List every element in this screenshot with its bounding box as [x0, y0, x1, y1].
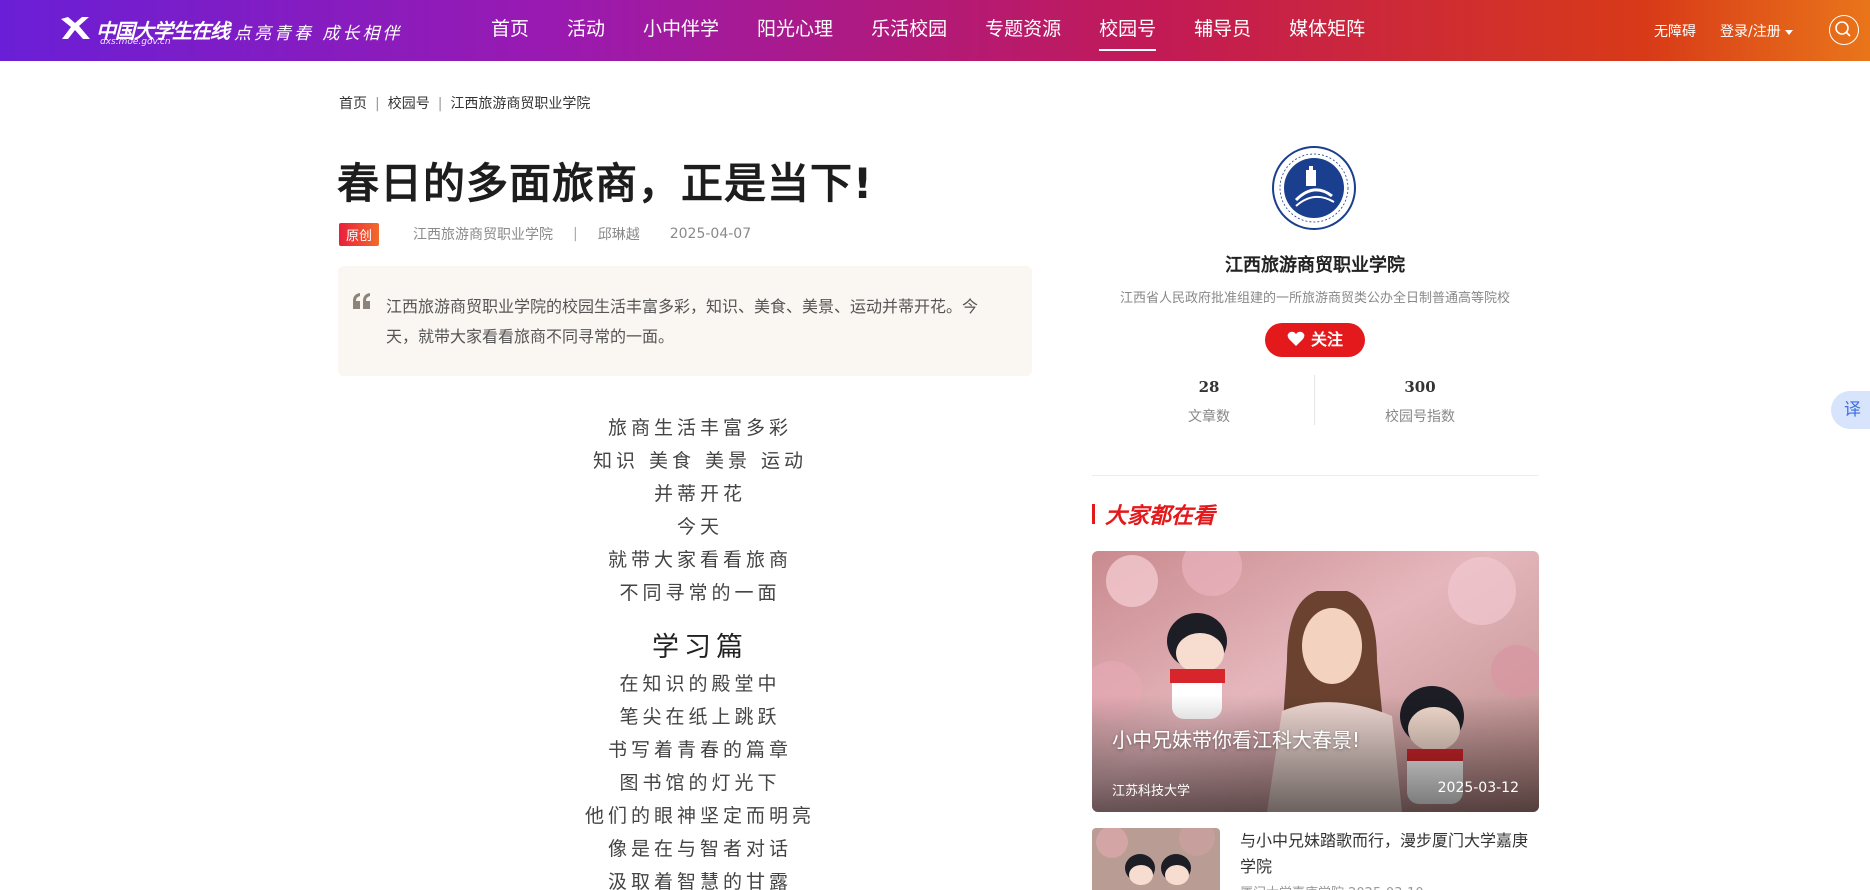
poem-line: 今天	[676, 516, 723, 538]
article-body: 旅商生活丰富多彩 知识 美食 美景 运动 并蒂开花 今天 就带大家看看旅商 不同…	[560, 412, 840, 890]
stat-label: 校园号指数	[1385, 409, 1455, 425]
poem-line: 图书馆的灯光下	[619, 772, 781, 794]
stat-value: 28	[1198, 378, 1220, 396]
stat-value: 300	[1404, 378, 1436, 396]
poem-line: 在知识的殿堂中	[619, 673, 781, 695]
breadcrumb-campus-accounts[interactable]: 校园号	[388, 96, 430, 112]
poem-line: 像是在与智者对话	[607, 838, 792, 860]
section-heading: 学习篇	[652, 632, 748, 663]
school-emblem-icon[interactable]	[1272, 146, 1356, 230]
featured-source: 江苏科技大学	[1112, 784, 1191, 799]
translate-button[interactable]: 译	[1831, 391, 1870, 429]
follow-label: 关注	[1310, 330, 1343, 349]
caret-down-icon	[1784, 29, 1793, 35]
news-meta: 厦门大学嘉庚学院 2025-03-10	[1240, 882, 1424, 890]
accessibility-link[interactable]: 无障碍	[1654, 21, 1696, 41]
featured-article-card[interactable]: 小中兄妹带你看江科大春景! 江苏科技大学 2025-03-12	[1092, 551, 1539, 812]
summary-text: 江西旅游商贸职业学院的校园生活丰富多彩，知识、美食、美景、运动并蒂开花。今天，就…	[386, 297, 979, 346]
search-button[interactable]	[1829, 15, 1859, 45]
news-title: 与小中兄妹踏歌而行，漫步厦门大学嘉庚学院	[1240, 831, 1529, 876]
poem-line: 汲取着智慧的甘露	[607, 871, 792, 890]
breadcrumb-home[interactable]: 首页	[339, 96, 367, 112]
stat-article-count: 28 文章数	[1099, 378, 1319, 426]
site-slogan: 点亮青春 成长相伴	[234, 24, 403, 44]
login-register-dropdown[interactable]: 登录/注册	[1720, 21, 1793, 41]
school-description: 江西省人民政府批准组建的一所旅游商贸类公办全日制普通高等院校	[1119, 291, 1510, 306]
section-accent-bar	[1092, 504, 1095, 524]
stat-label: 文章数	[1188, 409, 1230, 425]
article-source[interactable]: 江西旅游商贸职业学院	[413, 224, 553, 244]
nav-item-home[interactable]: 首页	[472, 0, 548, 61]
poem-line: 旅商生活丰富多彩	[607, 417, 792, 439]
article-title: 春日的多面旅商，正是当下!	[337, 159, 874, 208]
poem-line: 并蒂开花	[653, 483, 746, 505]
meta-separator: |	[573, 226, 578, 242]
article-meta: 原创 江西旅游商贸职业学院 | 邱琳越 2025-04-07	[339, 222, 752, 246]
breadcrumb-separator: |	[375, 96, 380, 112]
nav-item-campus-accounts[interactable]: 校园号	[1080, 0, 1175, 61]
breadcrumb-separator: |	[437, 96, 443, 112]
logo-url: dxs.moe.gov.cn	[100, 37, 171, 47]
poem-line: 他们的眼神坚定而明亮	[584, 805, 815, 827]
featured-title: 小中兄妹带你看江科大春景!	[1112, 728, 1361, 752]
poem-line: 就带大家看看旅商	[607, 549, 792, 571]
article-summary: 江西旅游商贸职业学院的校园生活丰富多彩，知识、美食、美景、运动并蒂开花。今天，就…	[338, 266, 1032, 376]
search-icon	[1835, 21, 1851, 37]
popular-section-header: 大家都在看	[1092, 500, 1216, 529]
nav-item-activities[interactable]: 活动	[548, 0, 624, 61]
news-list-item[interactable]: 与小中兄妹踏歌而行，漫步厦门大学嘉庚学院 厦门大学嘉庚学院 2025-03-10	[1092, 828, 1539, 890]
main-nav: 首页 活动 小中伴学 阳光心理 乐活校园 专题资源 校园号 辅导员 媒体矩阵	[472, 0, 1384, 61]
breadcrumb: 首页 | 校园号 | 江西旅游商贸职业学院	[339, 93, 590, 113]
login-register-label: 登录/注册	[1720, 24, 1781, 40]
poem-line: 书写着青春的篇章	[607, 739, 792, 761]
featured-photo	[1092, 551, 1539, 812]
breadcrumb-school[interactable]: 江西旅游商贸职业学院	[450, 96, 590, 112]
article-author: 邱琳越	[597, 227, 640, 243]
nav-item-study-companion[interactable]: 小中伴学	[624, 0, 738, 61]
follow-button[interactable]: 关注	[1265, 323, 1365, 357]
original-badge: 原创	[339, 222, 380, 246]
poem-line: 知识 美食 美景 运动	[592, 450, 808, 472]
quote-icon	[353, 293, 370, 309]
site-logo[interactable]: 中国大学生在线 dxs.moe.gov.cn	[58, 13, 230, 47]
top-navigation-bar: 中国大学生在线 dxs.moe.gov.cn 点亮青春 成长相伴 首页 活动 小…	[0, 0, 1870, 61]
nav-item-special-resources[interactable]: 专题资源	[966, 0, 1080, 61]
sidebar-divider	[1092, 475, 1538, 476]
poem-line: 笔尖在纸上跳跃	[619, 706, 781, 728]
nav-item-media-matrix[interactable]: 媒体矩阵	[1270, 0, 1384, 61]
news-thumbnail	[1092, 828, 1220, 890]
stat-account-index: 300 校园号指数	[1310, 378, 1530, 426]
logo-mark-icon	[61, 17, 90, 39]
popular-section-title: 大家都在看	[1105, 504, 1216, 529]
featured-date: 2025-03-12	[1437, 780, 1519, 796]
heart-icon	[1287, 331, 1305, 346]
article-date: 2025-04-07	[669, 226, 752, 242]
nav-item-campus-life[interactable]: 乐活校园	[852, 0, 966, 61]
nav-item-psychology[interactable]: 阳光心理	[738, 0, 852, 61]
poem-line: 不同寻常的一面	[619, 582, 781, 604]
nav-item-counselors[interactable]: 辅导员	[1175, 0, 1270, 61]
school-name[interactable]: 江西旅游商贸职业学院	[1092, 251, 1538, 277]
